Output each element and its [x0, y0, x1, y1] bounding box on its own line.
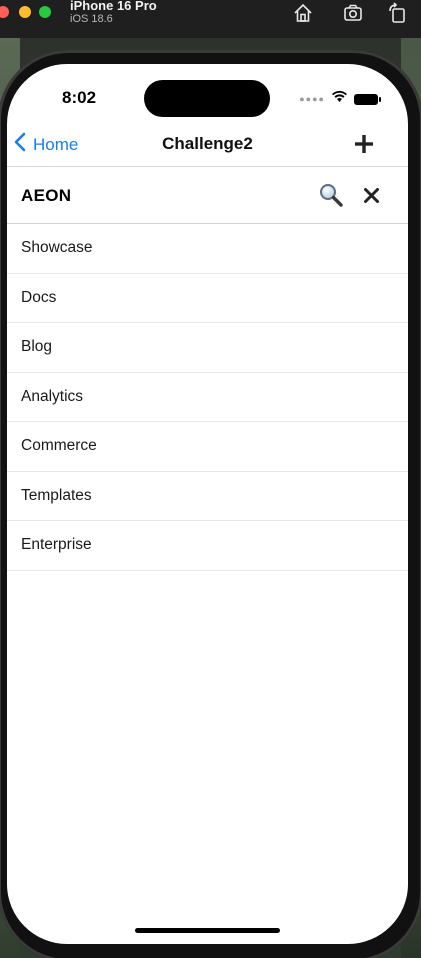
- rotate-icon[interactable]: [387, 2, 409, 24]
- signal-dots-icon: ●●●●: [299, 94, 325, 104]
- window-zoom-button[interactable]: [39, 6, 51, 18]
- menu-item-commerce[interactable]: Commerce: [7, 422, 408, 472]
- window-minimize-button[interactable]: [19, 6, 31, 18]
- wifi-icon: [331, 90, 348, 108]
- menu-item-analytics[interactable]: Analytics: [7, 373, 408, 422]
- simulator-title-bar: iPhone 16 Pro iOS 18.6: [0, 0, 421, 38]
- app-header: AEON: [7, 167, 408, 224]
- close-icon[interactable]: [363, 187, 380, 204]
- battery-icon: [354, 93, 381, 105]
- dynamic-island: [144, 80, 270, 117]
- menu-item-docs[interactable]: Docs: [7, 274, 408, 323]
- menu-item-enterprise[interactable]: Enterprise: [7, 521, 408, 571]
- home-indicator[interactable]: [135, 928, 280, 933]
- menu-item-blog[interactable]: Blog: [7, 323, 408, 373]
- menu-item-templates[interactable]: Templates: [7, 472, 408, 521]
- plus-icon[interactable]: [352, 132, 376, 156]
- search-icon[interactable]: [318, 182, 344, 208]
- simulator-os-version: iOS 18.6: [70, 13, 113, 25]
- status-indicators: ●●●●: [299, 90, 381, 108]
- menu-item-showcase[interactable]: Showcase: [7, 224, 408, 274]
- phone-screen: 8:02 ●●●● Home Challenge2 AEON Showcase …: [7, 64, 408, 944]
- navigation-bar: Home Challenge2: [7, 124, 408, 167]
- status-time: 8:02: [62, 88, 97, 107]
- menu-list: Showcase Docs Blog Analytics Commerce Te…: [7, 224, 408, 571]
- home-icon[interactable]: [292, 2, 314, 24]
- simulator-device-name: iPhone 16 Pro: [70, 0, 157, 13]
- screenshot-icon[interactable]: [342, 2, 364, 24]
- window-close-button[interactable]: [0, 6, 9, 18]
- page-title: Challenge2: [162, 134, 253, 153]
- brand-logo-text: AEON: [21, 186, 72, 205]
